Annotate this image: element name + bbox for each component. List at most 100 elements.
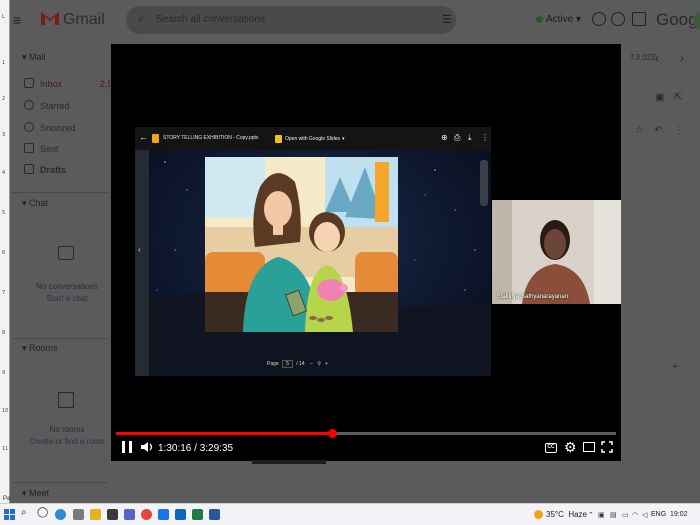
participant-video: Elakkiya Sathyanarayanan bbox=[492, 200, 621, 304]
print-icon[interactable]: ▣ bbox=[655, 92, 664, 103]
task-view-icon[interactable]: ◯ bbox=[37, 507, 48, 518]
pptx-file-icon bbox=[152, 134, 159, 143]
open-with-button[interactable]: Open with Google Slides ▾ bbox=[272, 133, 348, 144]
settings-gear-icon[interactable] bbox=[611, 12, 625, 26]
weather-condition: Haze bbox=[568, 510, 588, 519]
nav-sent[interactable]: Sent bbox=[40, 144, 59, 154]
open-new-window-icon[interactable]: ⇱ bbox=[674, 92, 682, 103]
page-separator: / bbox=[296, 361, 298, 367]
fullscreen-icon[interactable] bbox=[601, 441, 613, 453]
scrubber-handle[interactable] bbox=[328, 429, 337, 438]
rooms-icon bbox=[58, 392, 74, 408]
create-room-link[interactable]: Create or find a room bbox=[22, 437, 112, 446]
pause-icon[interactable] bbox=[121, 440, 133, 454]
chevron-left-icon[interactable]: ‹ bbox=[655, 51, 659, 65]
store-icon[interactable] bbox=[107, 509, 118, 520]
outlook-icon[interactable] bbox=[175, 509, 186, 520]
add-icon[interactable]: + bbox=[672, 362, 678, 373]
start-chat-link[interactable]: Start a chat bbox=[22, 294, 112, 303]
participant-name: Elakkiya Sathyanarayanan bbox=[497, 294, 569, 300]
section-rooms[interactable]: ▾ Rooms bbox=[22, 343, 58, 354]
status-indicator[interactable]: Active ▾ bbox=[536, 14, 581, 25]
weather-widget[interactable]: 35°C Haze bbox=[534, 510, 588, 520]
chrome-icon[interactable] bbox=[141, 509, 152, 520]
app-icon[interactable] bbox=[158, 509, 169, 520]
help-icon[interactable] bbox=[592, 12, 606, 26]
video-timestamp: 1:30:16 / 3:29:35 bbox=[158, 443, 233, 454]
more-vert-icon[interactable]: ⋮ bbox=[481, 133, 489, 142]
language-indicator[interactable]: ENG bbox=[651, 511, 666, 518]
tray-app-icon[interactable]: ▤ bbox=[610, 511, 617, 519]
app-icon[interactable] bbox=[73, 509, 84, 520]
search-options-icon[interactable]: ☰ bbox=[442, 13, 452, 26]
add-shortcut-icon[interactable]: ⊕ bbox=[441, 133, 448, 142]
nav-snoozed[interactable]: Snoozed bbox=[40, 123, 76, 133]
star-icon bbox=[24, 100, 34, 110]
doc-page-indicator: Pa bbox=[3, 496, 11, 502]
windows-start-icon[interactable] bbox=[4, 509, 15, 520]
nav-drafts[interactable]: Drafts bbox=[40, 165, 66, 175]
volume-icon[interactable]: ◁ bbox=[642, 511, 647, 519]
star-icon[interactable]: ☆ bbox=[635, 125, 644, 136]
settings-gear-icon[interactable]: ⚙ bbox=[564, 439, 577, 456]
miniplayer-icon[interactable] bbox=[583, 442, 595, 452]
chevron-right-icon[interactable]: › bbox=[680, 51, 684, 65]
hamburger-menu-icon[interactable]: ≡ bbox=[13, 12, 21, 28]
divider bbox=[12, 338, 108, 339]
section-chat[interactable]: ▾ Chat bbox=[22, 198, 48, 209]
draft-icon bbox=[24, 164, 34, 174]
teams-icon[interactable] bbox=[124, 509, 135, 520]
windows-taskbar: ⌕ ◯ 35°C Haze ⌃ ▣ ▤ ▭ ◠ ◁ ENG 19:02 bbox=[0, 503, 700, 525]
excel-icon[interactable] bbox=[192, 509, 203, 520]
section-mail[interactable]: ▾ Mail bbox=[22, 52, 46, 63]
zoom-in-icon[interactable]: + bbox=[325, 361, 328, 367]
volume-icon[interactable] bbox=[140, 441, 154, 453]
zoom-out-icon[interactable]: − bbox=[310, 361, 313, 367]
chevron-left-icon[interactable]: ‹ bbox=[138, 245, 141, 254]
edge-browser-icon[interactable] bbox=[55, 509, 66, 520]
send-icon bbox=[24, 143, 34, 153]
chat-empty-text: No conversations bbox=[36, 282, 98, 291]
time-total: 3:29:35 bbox=[199, 443, 234, 454]
tray-app-icon[interactable]: ▣ bbox=[598, 511, 605, 519]
document-title: STORY TELLING EXHIBITION - Copy.pptx bbox=[163, 135, 259, 141]
zoom-icon[interactable]: ⚲ bbox=[317, 361, 321, 367]
inbox-icon bbox=[24, 78, 34, 88]
chat-bubble-icon bbox=[58, 246, 74, 260]
word-icon[interactable] bbox=[209, 509, 220, 520]
back-arrow-icon[interactable]: ← bbox=[139, 132, 148, 142]
clock-icon bbox=[24, 122, 34, 132]
download-icon[interactable]: ⤓ bbox=[468, 133, 472, 143]
wifi-icon[interactable]: ◠ bbox=[632, 511, 638, 519]
scrollbar[interactable] bbox=[480, 160, 488, 206]
taskbar-search-icon[interactable]: ⌕ bbox=[21, 507, 27, 518]
chevron-down-icon[interactable]: ▾ bbox=[342, 136, 345, 142]
taskbar-clock[interactable]: 19:02 bbox=[670, 511, 688, 518]
pager-text: f 3,022 bbox=[631, 53, 656, 62]
search-icon[interactable]: ⌕ bbox=[138, 13, 144, 26]
page-label: Page bbox=[267, 361, 279, 367]
account-avatar[interactable] bbox=[694, 12, 700, 30]
more-vert-icon[interactable]: ⋮ bbox=[674, 125, 684, 136]
battery-icon[interactable]: ▭ bbox=[622, 511, 629, 519]
google-slides-icon bbox=[275, 134, 282, 143]
sun-icon bbox=[534, 510, 543, 520]
print-icon[interactable]: ⎙ bbox=[454, 133, 460, 143]
section-meet[interactable]: ▾ Meet bbox=[22, 488, 49, 499]
reply-icon[interactable]: ↶ bbox=[654, 125, 662, 136]
search-input[interactable]: Search all conversations bbox=[156, 14, 265, 25]
gmail-logo-icon bbox=[41, 12, 59, 25]
divider bbox=[12, 482, 108, 483]
captions-icon[interactable]: CC bbox=[545, 443, 557, 453]
status-label: Active bbox=[546, 14, 574, 25]
apps-grid-icon[interactable] bbox=[632, 12, 646, 26]
nav-starred[interactable]: Starred bbox=[40, 101, 70, 111]
file-explorer-icon[interactable] bbox=[90, 509, 101, 520]
page-number-input[interactable]: 5 bbox=[282, 360, 293, 368]
slides-viewer[interactable]: ‹ ← STORY TELLING EXHIBITION - Copy.pptx… bbox=[135, 127, 491, 376]
chevron-up-icon[interactable]: ⌃ bbox=[588, 511, 594, 519]
nav-inbox[interactable]: Inbox bbox=[40, 79, 62, 89]
screen: L12 345 678 9 10 11 ≡ Gmail ⌕ Search all c… bbox=[0, 0, 700, 525]
document-ruler: L12 345 678 9 10 11 bbox=[0, 0, 10, 503]
video-progress-bar[interactable] bbox=[116, 429, 616, 438]
